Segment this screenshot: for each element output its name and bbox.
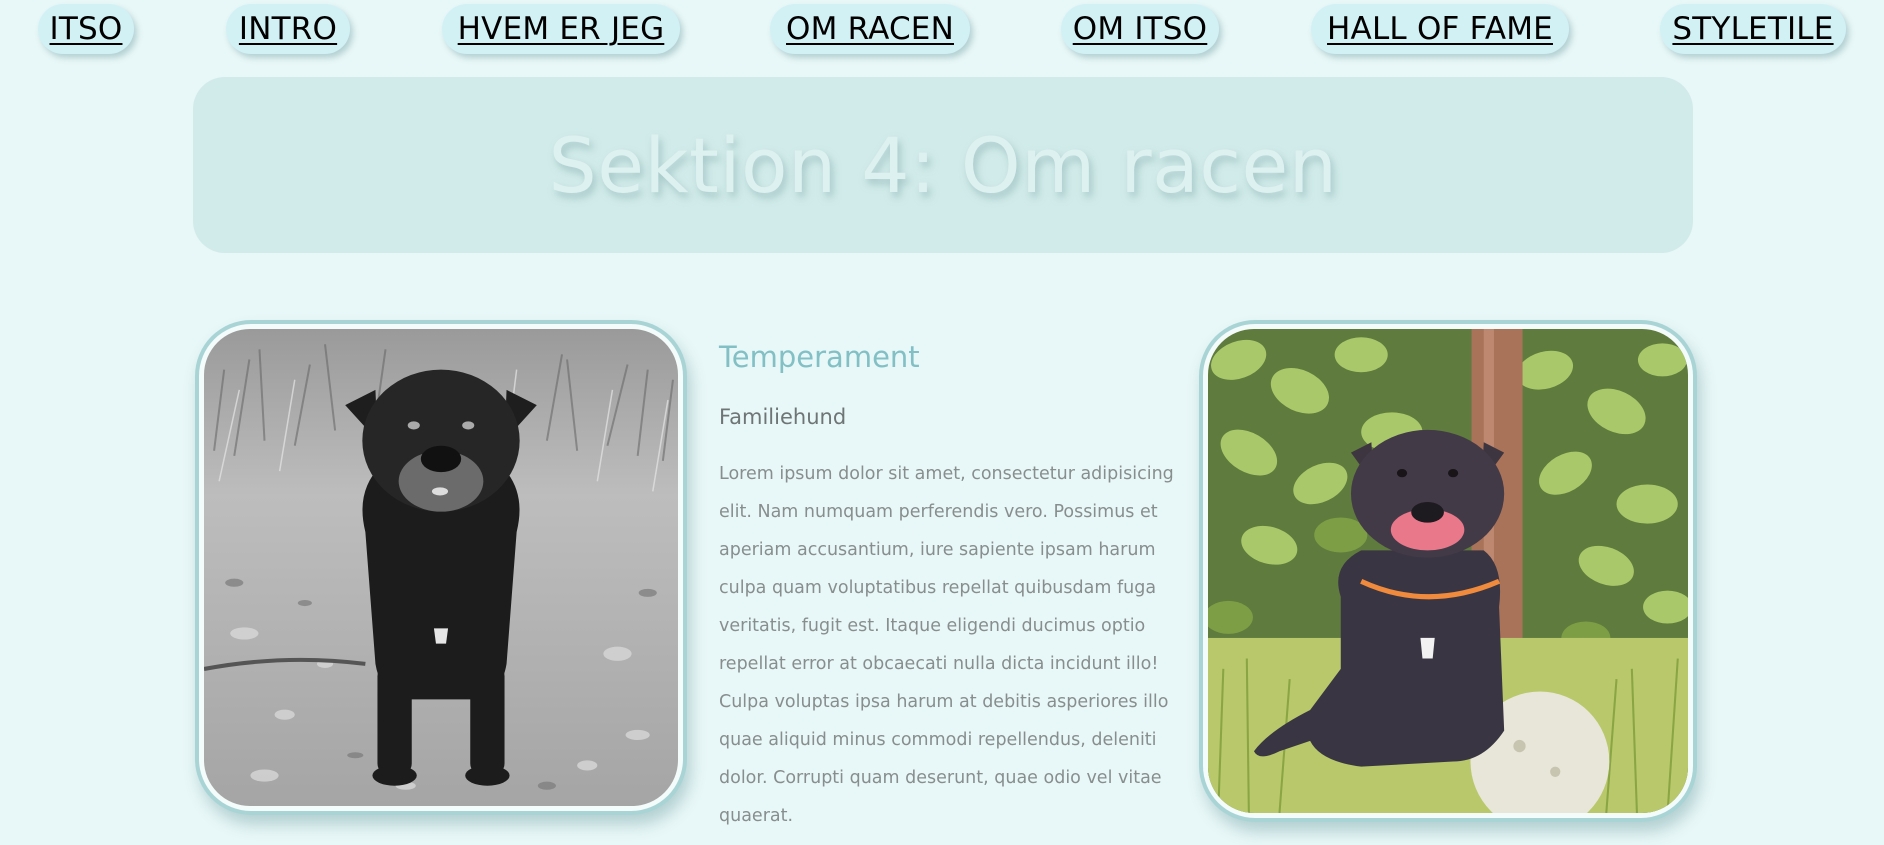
left-photo-border [199, 324, 683, 811]
nav-link-itso[interactable]: ITSO [50, 11, 123, 47]
nav-link-om-racen[interactable]: OM RACEN [786, 11, 954, 47]
section-header: Sektion 4: Om racen [193, 77, 1693, 253]
nav-item-om-racen[interactable]: OM RACEN [770, 4, 970, 54]
nav-link-hall-of-fame[interactable]: HALL OF FAME [1327, 11, 1553, 47]
nav-link-styletile[interactable]: STYLETILE [1672, 11, 1833, 47]
dog-color-illustration [1208, 329, 1688, 813]
nav-link-intro[interactable]: INTRO [239, 11, 337, 47]
dog-black-and-white-photo [204, 329, 678, 806]
nav-item-intro[interactable]: INTRO [226, 4, 350, 54]
nav-item-styletile[interactable]: STYLETILE [1660, 4, 1846, 54]
right-photo-frame [1199, 320, 1697, 822]
dog-color-photo [1208, 329, 1688, 813]
nav-link-hvem-er-jeg[interactable]: HVEM ER JEG [458, 11, 665, 47]
nav-item-hvem-er-jeg[interactable]: HVEM ER JEG [442, 4, 680, 54]
temperament-paragraph: Lorem ipsum dolor sit amet, consectetur … [719, 464, 1174, 826]
temperament-heading: Temperament [719, 340, 920, 374]
page: ITSO INTRO HVEM ER JEG OM RACEN OM ITSO … [0, 0, 1884, 845]
left-photo-frame [195, 320, 687, 815]
nav-item-om-itso[interactable]: OM ITSO [1061, 4, 1219, 54]
nav-item-hall-of-fame[interactable]: HALL OF FAME [1311, 4, 1569, 54]
section-title: Sektion 4: Om racen [548, 120, 1338, 210]
familiehund-subheading: Familiehund [719, 405, 847, 429]
right-photo-border [1203, 324, 1693, 818]
nav-item-itso[interactable]: ITSO [38, 4, 134, 54]
nav-link-om-itso[interactable]: OM ITSO [1073, 11, 1208, 47]
dog-bw-illustration [204, 329, 678, 806]
